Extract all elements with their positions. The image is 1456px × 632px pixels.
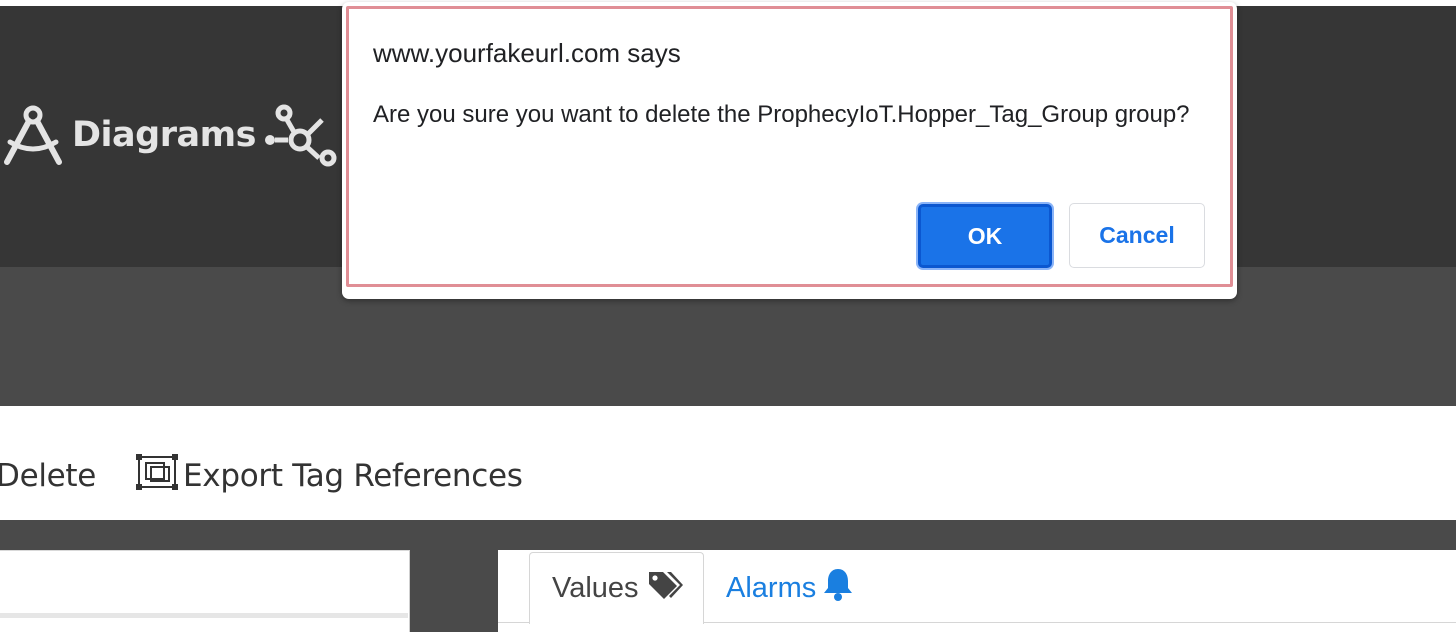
- export-tag-references-label: Export Tag References: [183, 458, 523, 494]
- tab-values-label: Values: [552, 572, 639, 604]
- tag-tree-panel: [0, 550, 410, 632]
- ok-button[interactable]: OK: [918, 204, 1052, 268]
- export-tag-references-button[interactable]: Export Tag References: [135, 448, 523, 504]
- delete-button-label: Delete: [0, 458, 97, 494]
- tab-values[interactable]: Values: [529, 552, 704, 624]
- tab-alarms-label: Alarms: [726, 571, 817, 604]
- cancel-button[interactable]: Cancel: [1069, 203, 1205, 268]
- dialog-message: Are you sure you want to delete the Prop…: [373, 101, 1190, 128]
- network-nodes-icon: [262, 102, 342, 168]
- dialog-title: www.yourfakeurl.com says: [373, 38, 681, 68]
- delete-button[interactable]: Delete: [0, 448, 96, 504]
- bell-icon: [822, 567, 854, 609]
- nav-item-diagrams-label: Diagrams: [72, 115, 256, 155]
- panel-divider: [0, 613, 408, 618]
- nav-item-diagrams[interactable]: Diagrams: [0, 102, 256, 168]
- tab-alarms[interactable]: Alarms: [726, 552, 854, 624]
- confirm-dialog: www.yourfakeurl.com says Are you sure yo…: [342, 2, 1237, 299]
- tags-icon: [647, 569, 685, 609]
- nav-item-network[interactable]: [262, 102, 342, 168]
- export-frame-icon: [135, 452, 179, 500]
- compass-icon: [0, 102, 66, 168]
